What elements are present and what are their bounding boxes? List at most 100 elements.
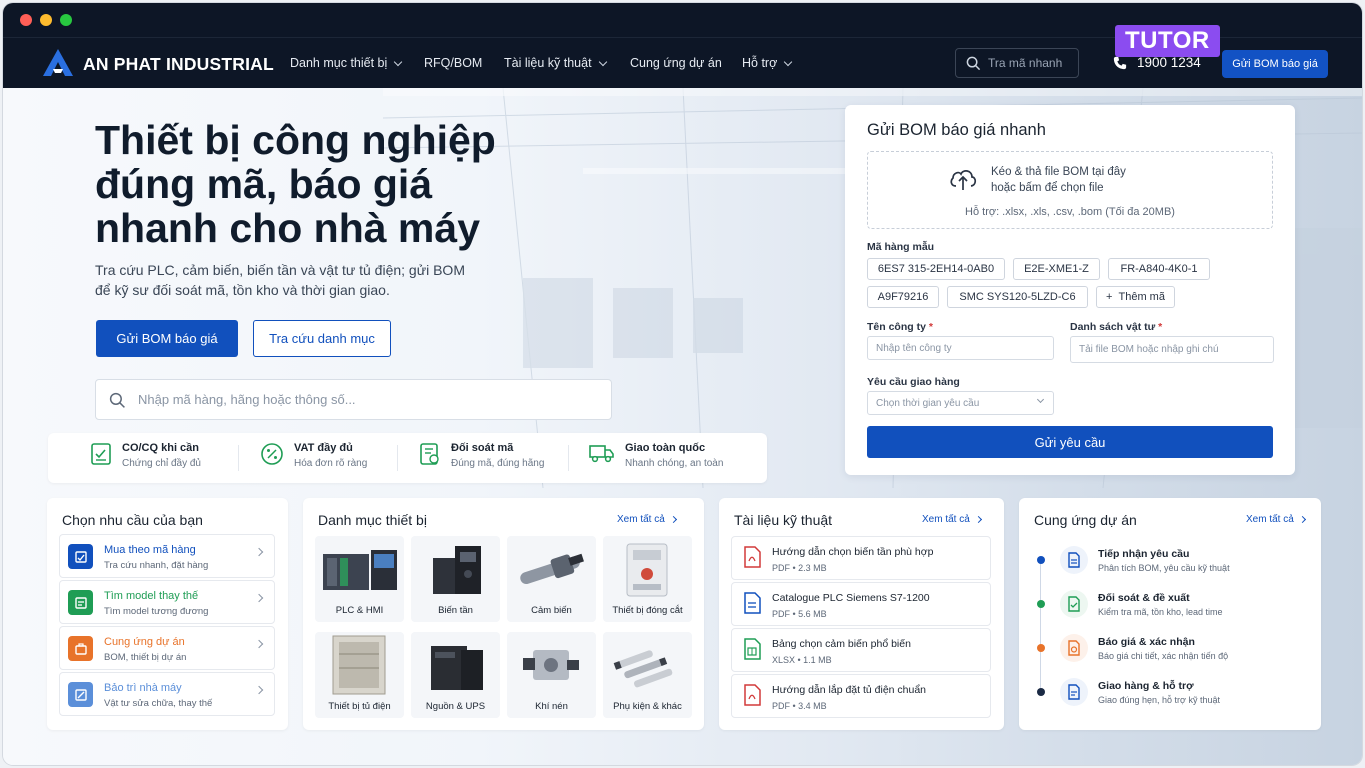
category-tile-accessories[interactable]: Phụ kiện & khác <box>603 632 692 718</box>
category-label: Khí nén <box>535 701 568 712</box>
truck-icon <box>589 445 614 463</box>
doc-meta: PDF • 5.6 MB <box>772 609 827 619</box>
need-item-buy-by-code[interactable]: Mua theo mã hàng Tra cứu nhanh, đặt hàng <box>59 534 275 578</box>
step-title: Tiếp nhận yêu cầu <box>1098 548 1190 560</box>
see-all-label: Xem tất cả <box>617 514 665 525</box>
docs-card: Tài liệu kỹ thuật Xem tất cả Hướng dẫn c… <box>719 498 1004 730</box>
catalog-see-all-link[interactable]: Xem tất cả <box>617 514 677 525</box>
hero-section: Thiết bị công nghiệp đúng mã, báo giá nh… <box>3 88 1362 765</box>
nav-item-catalog[interactable]: Danh mục thiết bị <box>290 56 403 70</box>
feature-item: CO/CQ khi cần Chứng chỉ đầy đủ <box>90 442 201 469</box>
supply-see-all-link[interactable]: Xem tất cả <box>1246 514 1306 525</box>
brand-name[interactable]: AN PHAT INDUSTRIAL <box>83 54 274 75</box>
close-window-button[interactable] <box>20 14 32 26</box>
chevron-right-icon <box>254 685 264 695</box>
company-input[interactable]: Nhập tên công ty <box>867 336 1054 360</box>
maximize-window-button[interactable] <box>60 14 72 26</box>
plus-icon: + <box>1106 291 1113 303</box>
doc-item[interactable]: Bảng chọn cảm biến phổ biến XLSX • 1.1 M… <box>731 628 991 672</box>
hero-send-bom-button[interactable]: Gửi BOM báo giá <box>96 320 238 357</box>
category-label: Nguồn & UPS <box>425 701 486 712</box>
chevron-right-icon <box>254 639 264 649</box>
need-item-maintenance[interactable]: Bảo trì nhà máy Vật tư sửa chữa, thay th… <box>59 672 275 716</box>
add-code-label: Thêm mã <box>1118 291 1165 303</box>
docs-see-all-link[interactable]: Xem tất cả <box>922 514 982 525</box>
category-label: PLC & HMI <box>335 605 384 616</box>
nav-item-support[interactable]: Hỗ trợ <box>742 56 793 70</box>
chevron-right-icon <box>974 515 982 524</box>
chevron-right-icon <box>1298 515 1306 524</box>
sample-codes-label: Mã hàng mẫu <box>867 241 935 253</box>
doc-item[interactable]: Hướng dẫn lắp đặt tủ điện chuẩn PDF • 3.… <box>731 674 991 718</box>
category-tile-plc-hmi[interactable]: PLC & HMI <box>315 536 404 622</box>
vat-icon <box>261 443 283 465</box>
nav-item-label: Danh mục thiết bị <box>290 56 388 70</box>
doc-item[interactable]: Catalogue PLC Siemens S7-1200 PDF • 5.6 … <box>731 582 991 626</box>
sensor-icon <box>520 553 584 585</box>
step-title: Đối soát & đề xuất <box>1098 592 1190 604</box>
material-list-label-text: Danh sách vật tư <box>1070 321 1156 333</box>
supply-step[interactable]: Tiếp nhận yêu cầu Phân tích BOM, yêu cầu… <box>1031 538 1311 582</box>
cloud-upload-icon <box>950 170 977 190</box>
material-list-input[interactable]: Tải file BOM hoặc nhập ghi chú <box>1070 336 1274 363</box>
search-icon <box>109 392 125 408</box>
quick-search-input[interactable]: Tra mã nhanh <box>955 48 1079 78</box>
quote-document-icon <box>1060 634 1088 662</box>
doc-item[interactable]: Hướng dẫn chọn biến tần phù hợp PDF • 2.… <box>731 536 991 580</box>
category-label: Thiết bị tủ điện <box>328 701 391 712</box>
quick-bom-form: Gửi BOM báo giá nhanh Kéo & thả file BOM… <box>845 105 1295 475</box>
need-sub: Tra cứu nhanh, đặt hàng <box>104 560 209 571</box>
bom-file-dropzone[interactable]: Kéo & thả file BOM tại đây hoặc bấm để ch… <box>867 151 1273 229</box>
feature-sub: Nhanh chóng, an toàn <box>625 458 724 469</box>
category-tile-pneumatics[interactable]: Khí nén <box>507 632 596 718</box>
sample-code-chip[interactable]: FR-A840-4K0-1 <box>1108 258 1210 280</box>
nav-send-bom-button[interactable]: Gửi BOM báo giá <box>1222 50 1328 78</box>
doc-meta: PDF • 2.3 MB <box>772 563 827 573</box>
category-tile-inverter[interactable]: Biến tần <box>411 536 500 622</box>
request-document-icon <box>1060 546 1088 574</box>
category-label: Biến tần <box>438 605 473 616</box>
hotline[interactable]: 1900 1234 <box>1113 55 1201 70</box>
supply-step[interactable]: Giao hàng & hỗ trợ Giao đúng hẹn, hỗ trợ… <box>1031 670 1311 714</box>
nav-item-rfq[interactable]: RFQ/BOM <box>424 56 482 70</box>
contactor-icon <box>626 543 668 597</box>
project-icon <box>68 636 93 661</box>
add-code-button[interactable]: + Thêm mã <box>1096 286 1175 308</box>
feature-item: VAT đầy đủ Hóa đơn rõ ràng <box>260 442 367 469</box>
sample-code-chip[interactable]: SMC SYS120-5LZD-C6 <box>947 286 1088 308</box>
category-tile-switchgear[interactable]: Thiết bị đóng cắt <box>603 536 692 622</box>
hero-browse-catalog-button[interactable]: Tra cứu danh mục <box>253 320 391 357</box>
need-item-find-alternative[interactable]: Tìm model thay thế Tìm model tương đương <box>59 580 275 624</box>
document-file-icon <box>744 592 761 614</box>
nav-item-docs[interactable]: Tài liệu kỹ thuật <box>504 56 607 70</box>
sample-code-chip[interactable]: E2E-XME1-Z <box>1013 258 1100 280</box>
nav-item-supply[interactable]: Cung ứng dự án <box>630 56 722 70</box>
category-tile-panel[interactable]: Thiết bị tủ điện <box>315 632 404 718</box>
sample-code-chip[interactable]: 6ES7 315-2EH14-0AB0 <box>867 258 1005 280</box>
feature-strip: CO/CQ khi cần Chứng chỉ đầy đủ VAT đầy đủ… <box>48 433 767 483</box>
need-item-project-supply[interactable]: Cung ứng dự án BOM, thiết bị dự án <box>59 626 275 670</box>
sample-code-chip[interactable]: A9F79216 <box>867 286 939 308</box>
submit-request-button[interactable]: Gửi yêu cầu <box>867 426 1273 458</box>
chevron-down-icon <box>394 57 403 66</box>
feature-sub: Đúng mã, đúng hãng <box>451 458 545 469</box>
hero-search-input[interactable]: Nhập mã hàng, hãng hoặc thông số... <box>95 379 612 420</box>
category-tile-power-ups[interactable]: Nguồn & UPS <box>411 632 500 718</box>
category-tile-sensor[interactable]: Cảm biến <box>507 536 596 622</box>
needs-card: Chọn nhu cầu của bạn Mua theo mã hàng Tr… <box>47 498 288 730</box>
step-sub: Báo giá chi tiết, xác nhận tiến độ <box>1098 651 1229 661</box>
supply-step[interactable]: Đối soát & đề xuất Kiểm tra mã, tồn kho,… <box>1031 582 1311 626</box>
category-label: Phụ kiện & khác <box>613 701 682 712</box>
minimize-window-button[interactable] <box>40 14 52 26</box>
inverter-icon <box>433 546 481 594</box>
chevron-down-icon <box>784 57 793 66</box>
plc-icon <box>323 550 397 590</box>
docs-card-title: Tài liệu kỹ thuật <box>734 512 833 528</box>
supply-step[interactable]: Báo giá & xác nhận Báo giá chi tiết, xác… <box>1031 626 1311 670</box>
need-title: Cung ứng dự án <box>104 636 185 648</box>
chevron-right-icon <box>254 547 264 557</box>
cart-icon <box>68 544 93 569</box>
brand-logo-icon[interactable] <box>43 49 73 76</box>
feature-sub: Hóa đơn rõ ràng <box>294 458 368 469</box>
delivery-select[interactable]: Chọn thời gian yêu cầu <box>867 391 1054 415</box>
